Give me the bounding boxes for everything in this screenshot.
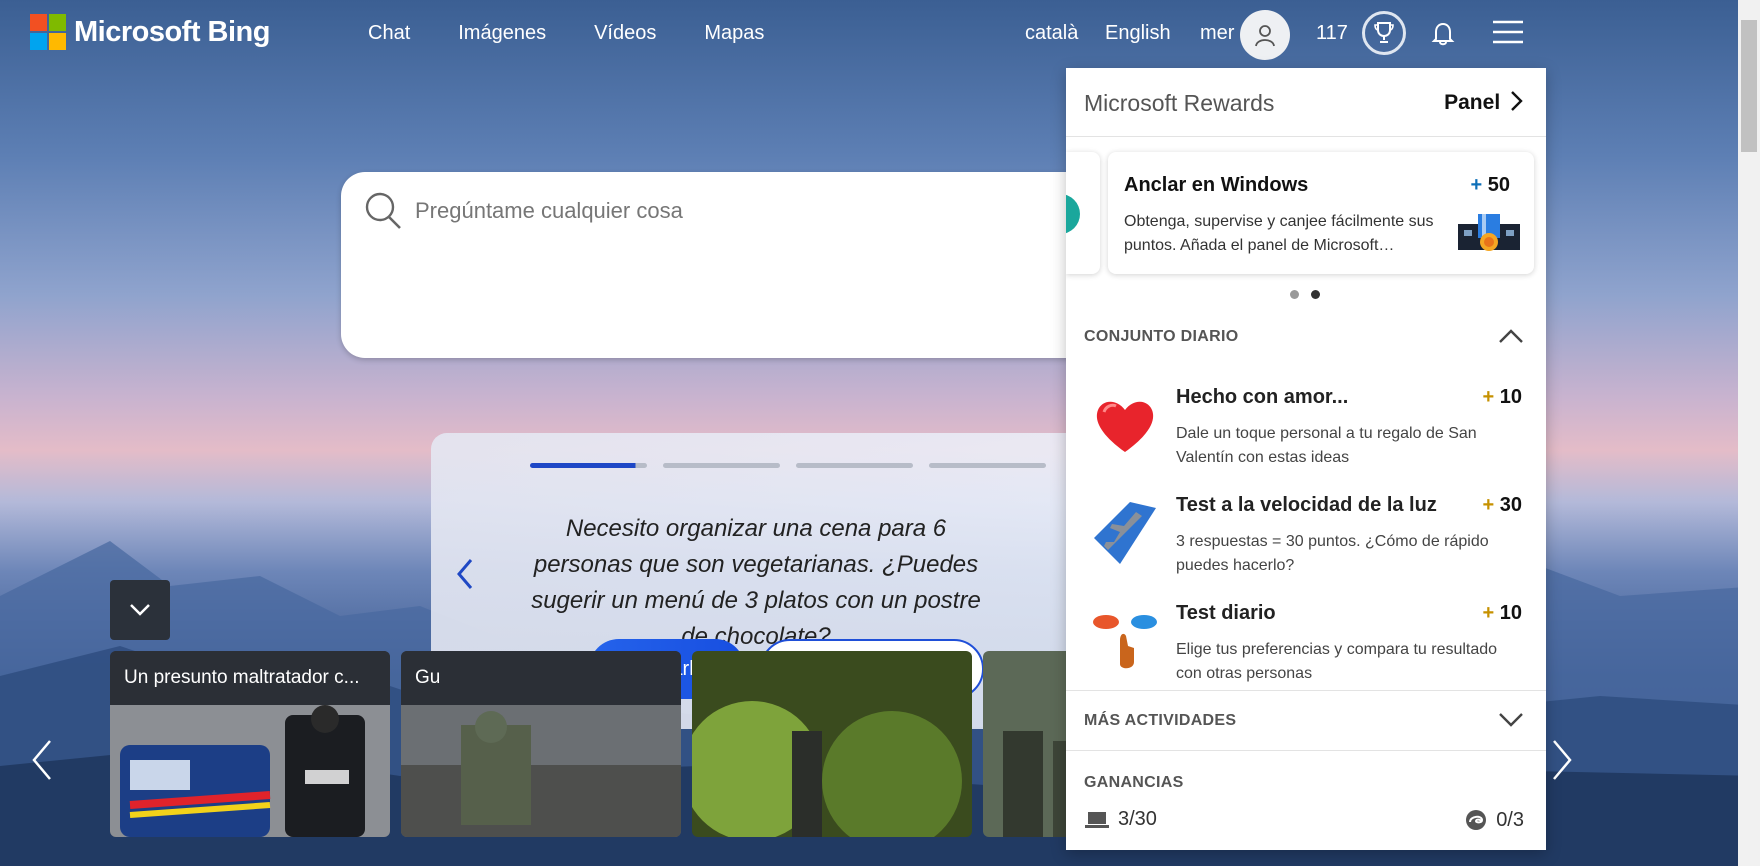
nav-maps[interactable]: Mapas <box>704 22 764 45</box>
promo-card-title: Anclar en Windows <box>1124 174 1309 196</box>
news-image <box>692 651 972 837</box>
earnings-header: GANANCIAS <box>1084 774 1184 791</box>
pc-search-count: 3/30 <box>1118 808 1157 830</box>
news-image <box>110 705 390 837</box>
collapse-feed-button[interactable] <box>110 580 170 640</box>
more-activities-header[interactable]: MÁS ACTIVIDADES <box>1084 712 1236 730</box>
edge-count: 0/3 <box>1496 808 1524 831</box>
bing-logo[interactable]: Microsoft Bing <box>30 14 271 50</box>
task-title: Test diario <box>1176 602 1276 624</box>
task-description: 3 respuestas = 30 puntos. ¿Cómo de rápid… <box>1176 533 1489 574</box>
task-points: + 10 <box>1482 602 1523 624</box>
dashboard-link[interactable]: Panel <box>1444 90 1524 115</box>
nav-images[interactable]: Imágenes <box>458 22 546 45</box>
fighter-jet-icon <box>1094 502 1156 564</box>
progress-bar-1[interactable] <box>530 463 647 468</box>
carousel-dot-active[interactable] <box>1311 290 1320 299</box>
task-points: + 10 <box>1482 386 1523 408</box>
news-prev-arrow-icon[interactable] <box>30 735 54 793</box>
carousel-dots <box>1290 290 1320 299</box>
user-name[interactable]: mer <box>1200 22 1234 45</box>
divider <box>1066 750 1546 751</box>
search-input[interactable] <box>413 192 1057 230</box>
buttons-pointer-icon <box>1093 615 1157 669</box>
scrollbar-thumb[interactable] <box>1741 20 1757 152</box>
promo-card-description: Obtenga, supervise y canjee fácilmente s… <box>1124 213 1434 254</box>
rewards-flyout: Microsoft Rewards Panel Anclar en Window… <box>1066 68 1546 850</box>
progress-bar-4[interactable] <box>929 463 1046 468</box>
top-bar: Microsoft Bing Chat Imágenes Vídeos Mapa… <box>0 0 1760 265</box>
news-card[interactable]: Gu <box>401 651 681 837</box>
laptop-icon <box>1085 811 1109 828</box>
bell-icon[interactable] <box>1430 20 1456 51</box>
progress-bar-3[interactable] <box>796 463 913 468</box>
task-description: Dale un toque personal a tu regalo de Sa… <box>1176 425 1477 466</box>
task-points: + 30 <box>1482 494 1523 516</box>
rewards-points-count[interactable]: 117 <box>1316 22 1348 45</box>
rewards-title: Microsoft Rewards <box>1084 90 1275 116</box>
brand-name: Microsoft Bing <box>74 15 271 48</box>
rewards-panel-illustration-icon <box>1458 214 1520 251</box>
edge-icon <box>1466 810 1487 830</box>
daily-task-item[interactable]: Test a la velocidad de la luz + 30 3 res… <box>1066 488 1546 592</box>
daily-task-item[interactable]: Hecho con amor... + 10 Dale un toque per… <box>1066 380 1546 484</box>
news-card-title: Un presunto maltratador c... <box>110 651 390 705</box>
chevron-right-icon <box>1511 91 1523 111</box>
hamburger-menu-icon[interactable] <box>1492 20 1524 49</box>
daily-set-header: CONJUNTO DIARIO <box>1084 328 1239 345</box>
news-card[interactable] <box>692 651 972 837</box>
language-english-link[interactable]: English <box>1105 22 1171 45</box>
news-card[interactable]: Un presunto maltratador c... <box>110 651 390 837</box>
daily-task-item[interactable]: Test diario + 10 Elige tus preferencias … <box>1066 596 1546 700</box>
suggestion-progress-bars <box>530 463 1046 468</box>
task-description: Elige tus preferencias y compara tu resu… <box>1176 641 1498 682</box>
carousel-dot[interactable] <box>1290 290 1299 299</box>
nav-chat[interactable]: Chat <box>368 22 410 45</box>
chevron-down-icon[interactable] <box>1498 712 1524 728</box>
suggestion-text: Necesito organizar una cena para 6 perso… <box>531 515 981 650</box>
search-box <box>341 172 1101 358</box>
dashboard-link-label: Panel <box>1444 91 1501 114</box>
main-nav: Chat Imágenes Vídeos Mapas ··· <box>368 22 812 265</box>
nav-videos[interactable]: Vídeos <box>594 22 656 45</box>
rewards-header: Microsoft Rewards Panel <box>1066 68 1546 137</box>
task-title: Test a la velocidad de la luz <box>1176 494 1437 516</box>
edge-progress: 0/3 <box>1464 808 1524 832</box>
search-icon[interactable] <box>363 190 403 230</box>
chevron-up-icon[interactable] <box>1498 328 1524 344</box>
trophy-icon[interactable] <box>1362 11 1406 55</box>
divider <box>1066 690 1546 691</box>
page-scrollbar[interactable] <box>1738 0 1760 866</box>
microsoft-logo-icon <box>30 14 66 50</box>
news-card-title: Gu <box>401 651 681 705</box>
news-next-arrow-icon[interactable] <box>1550 735 1574 793</box>
progress-bar-2[interactable] <box>663 463 780 468</box>
carousel-previous-card[interactable] <box>1066 152 1100 274</box>
news-image <box>401 705 681 837</box>
user-avatar-icon[interactable] <box>1240 10 1290 60</box>
chevron-down-icon <box>130 604 150 616</box>
task-title: Hecho con amor... <box>1176 386 1349 408</box>
heart-icon <box>1096 401 1154 452</box>
promo-card-pin-windows[interactable]: Anclar en Windows + 50 Obtenga, supervis… <box>1108 152 1534 274</box>
chevron-left-icon[interactable] <box>455 557 475 600</box>
promo-card-points: + 50 <box>1470 174 1511 196</box>
language-catalan-link[interactable]: català <box>1025 22 1078 45</box>
pc-search-progress: 3/30 <box>1084 808 1157 831</box>
